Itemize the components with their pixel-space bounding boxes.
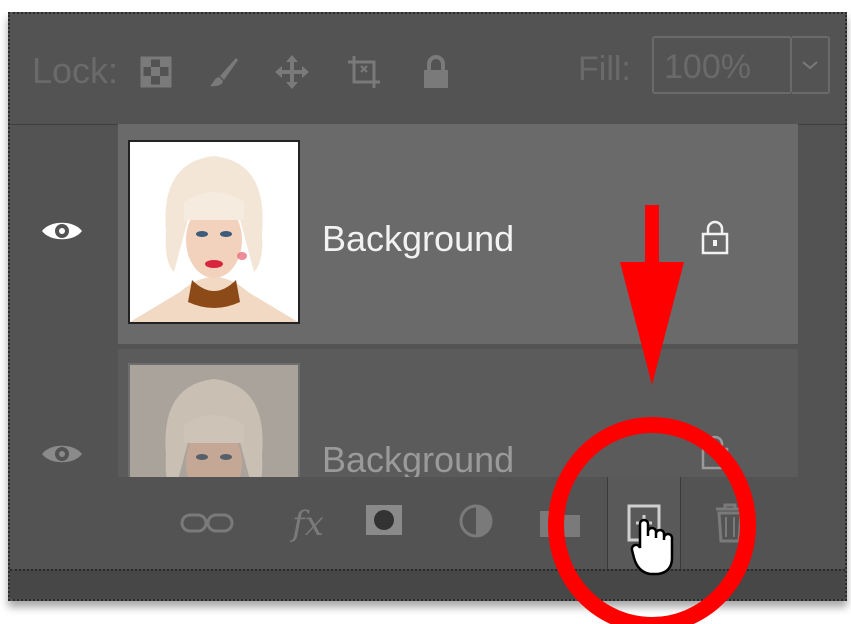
lock-transparent-pixels-icon[interactable] bbox=[138, 52, 174, 92]
fx-icon[interactable]: fx bbox=[288, 497, 328, 547]
portrait-image bbox=[130, 142, 298, 322]
trash-icon[interactable] bbox=[712, 501, 748, 545]
layers-panel: Lock: Fill: 100% Background Background f… bbox=[8, 12, 847, 601]
layer-lock-icon[interactable] bbox=[700, 435, 730, 471]
link-layers-icon[interactable] bbox=[178, 503, 238, 543]
lock-bar: Lock: Fill: 100% bbox=[10, 14, 845, 125]
lock-all-icon[interactable] bbox=[420, 52, 452, 92]
panel-footer bbox=[10, 569, 845, 599]
eye-icon[interactable] bbox=[40, 218, 84, 244]
layer-name[interactable]: Background bbox=[322, 439, 514, 481]
layer-thumbnail bbox=[128, 140, 300, 324]
lock-artboard-icon[interactable] bbox=[344, 52, 384, 92]
layers-bottom-toolbar: fx bbox=[10, 477, 845, 569]
folder-icon[interactable] bbox=[538, 505, 582, 539]
layer-lock-icon[interactable] bbox=[700, 220, 730, 256]
new-layer-button[interactable] bbox=[607, 477, 681, 569]
fill-label: Fill: bbox=[578, 50, 631, 88]
layer-name[interactable]: Background bbox=[322, 218, 514, 260]
chevron-down-icon bbox=[802, 61, 818, 70]
lock-position-icon[interactable] bbox=[272, 52, 312, 92]
adjustment-layer-icon[interactable] bbox=[456, 501, 496, 541]
lock-label: Lock: bbox=[32, 50, 119, 91]
lock-image-pixels-icon[interactable] bbox=[206, 52, 242, 92]
svg-text:fx: fx bbox=[289, 504, 324, 544]
fill-value: 100% bbox=[664, 48, 751, 86]
eye-icon[interactable] bbox=[40, 441, 84, 467]
layer-row[interactable]: Background bbox=[10, 124, 845, 344]
new-layer-icon bbox=[627, 504, 661, 542]
fill-input[interactable]: 100% bbox=[652, 36, 792, 94]
fill-dropdown-button[interactable] bbox=[792, 36, 830, 94]
add-mask-icon[interactable] bbox=[364, 503, 404, 537]
